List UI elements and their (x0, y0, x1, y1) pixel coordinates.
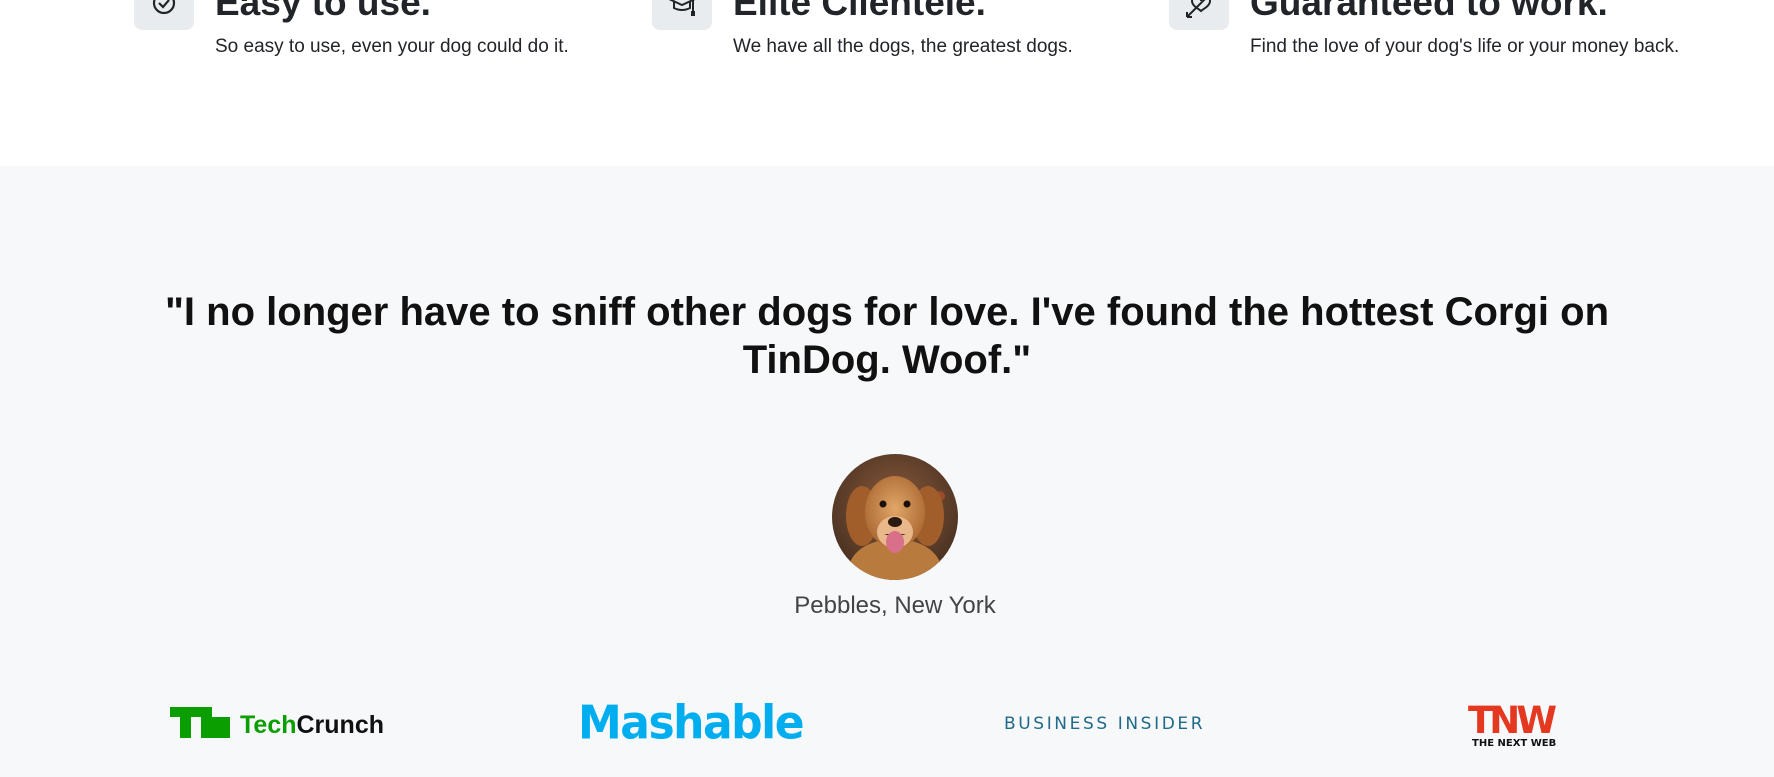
techcrunch-logo: TechCrunch (170, 707, 384, 744)
techcrunch-mark-icon (170, 707, 230, 738)
tnw-mark: TNW (1468, 699, 1557, 742)
features-section: Easy to use. So easy to use, even your d… (0, 0, 1774, 166)
feature-description: Find the love of your dog's life or your… (1250, 36, 1680, 57)
tnw-logo: TNW THE NEXT WEB (1468, 699, 1557, 749)
feature-description: We have all the dogs, the greatest dogs. (733, 36, 1073, 57)
graduation-cap-icon (652, 0, 712, 30)
tnw-tagline: THE NEXT WEB (1472, 738, 1557, 749)
heart-arrow-icon (1169, 0, 1229, 30)
techcrunch-name-crunch: Crunch (296, 711, 385, 739)
feature-title: Elite Clientele. (733, 0, 986, 23)
mashable-logo: Mashable (578, 696, 805, 751)
mashable-wordmark: Mashable (578, 696, 805, 751)
techcrunch-name-tech: Tech (240, 711, 297, 739)
dog-avatar-image (832, 454, 958, 580)
feature-title: Easy to use. (215, 0, 431, 23)
page: Easy to use. So easy to use, even your d… (0, 0, 1774, 777)
feature-description: So easy to use, even your dog could do i… (215, 36, 569, 57)
testimonial-section: "I no longer have to sniff other dogs fo… (0, 166, 1774, 777)
feature-title: Guaranteed to work. (1250, 0, 1608, 23)
testimonial-author: Pebbles, New York (794, 592, 996, 619)
business-insider-logo: BUSINESS INSIDER (1004, 714, 1205, 734)
business-insider-wordmark: BUSINESS INSIDER (1004, 714, 1206, 734)
circle-check-icon (134, 0, 194, 30)
testimonial-quote: "I no longer have to sniff other dogs fo… (164, 290, 1610, 382)
